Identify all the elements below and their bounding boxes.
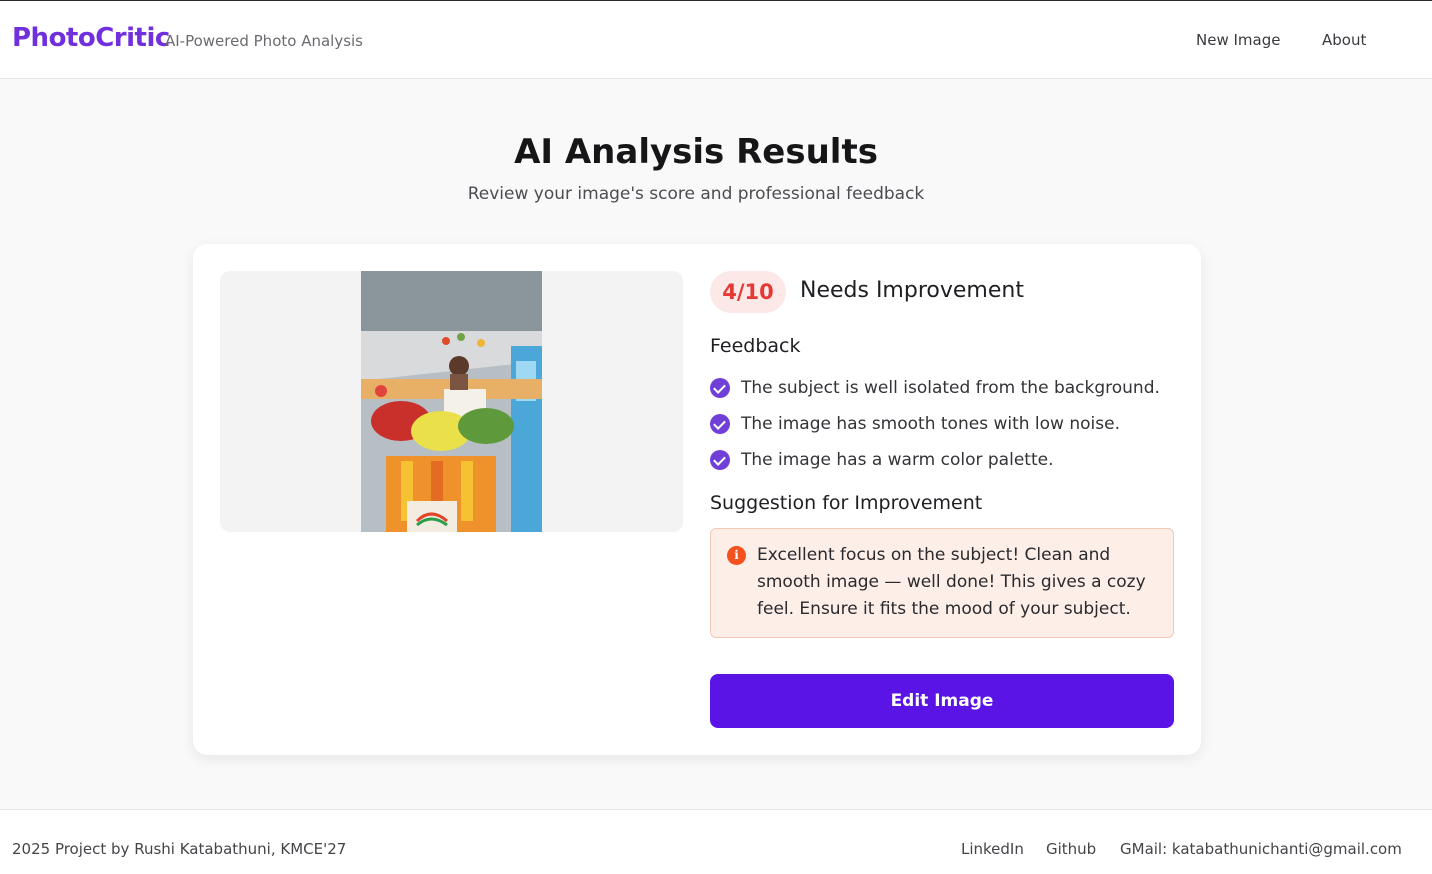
feedback-item: The subject is well isolated from the ba… bbox=[710, 370, 1170, 406]
footer-copyright: 2025 Project by Rushi Katabathuni, KMCE'… bbox=[12, 840, 347, 858]
suggestion-text: Excellent focus on the subject! Clean an… bbox=[757, 545, 1146, 619]
check-circle-icon bbox=[710, 414, 730, 434]
analysis-result-card: 4/10 Needs Improvement Feedback The subj… bbox=[193, 244, 1201, 755]
footer-github-link[interactable]: Github bbox=[1046, 840, 1096, 858]
score-rating-label: Needs Improvement bbox=[800, 278, 1024, 303]
image-preview-frame bbox=[220, 271, 683, 532]
footer-gmail-link[interactable]: GMail: katabathunichanti@gmail.com bbox=[1120, 840, 1402, 858]
check-circle-icon bbox=[710, 378, 730, 398]
check-circle-icon bbox=[710, 450, 730, 470]
suggestion-heading: Suggestion for Improvement bbox=[710, 492, 983, 514]
page-subtitle: Review your image's score and profession… bbox=[467, 184, 925, 204]
feedback-text: The image has smooth tones with low nois… bbox=[741, 414, 1120, 434]
page-title: AI Analysis Results bbox=[514, 132, 878, 172]
brand-tagline: AI-Powered Photo Analysis bbox=[165, 32, 363, 50]
brand-logo[interactable]: PhotoCritic bbox=[12, 23, 170, 53]
feedback-item: The image has smooth tones with low nois… bbox=[710, 406, 1170, 442]
feedback-item: The image has a warm color palette. bbox=[710, 442, 1170, 478]
footer-linkedin-link[interactable]: LinkedIn bbox=[961, 840, 1024, 858]
edit-image-button[interactable]: Edit Image bbox=[710, 674, 1174, 728]
score-badge: 4/10 bbox=[710, 271, 786, 313]
feedback-list: The subject is well isolated from the ba… bbox=[710, 370, 1170, 478]
app-footer: 2025 Project by Rushi Katabathuni, KMCE'… bbox=[0, 809, 1432, 874]
suggestion-alert: i Excellent focus on the subject! Clean … bbox=[710, 528, 1174, 638]
nav-about-link[interactable]: About bbox=[1322, 31, 1366, 49]
uploaded-photo bbox=[361, 271, 542, 532]
feedback-text: The image has a warm color palette. bbox=[741, 450, 1054, 470]
app-header: PhotoCritic AI-Powered Photo Analysis Ne… bbox=[0, 0, 1432, 79]
nav-new-image-link[interactable]: New Image bbox=[1196, 31, 1280, 49]
feedback-text: The subject is well isolated from the ba… bbox=[741, 378, 1160, 398]
feedback-heading: Feedback bbox=[710, 335, 801, 357]
info-icon: i bbox=[727, 546, 746, 565]
